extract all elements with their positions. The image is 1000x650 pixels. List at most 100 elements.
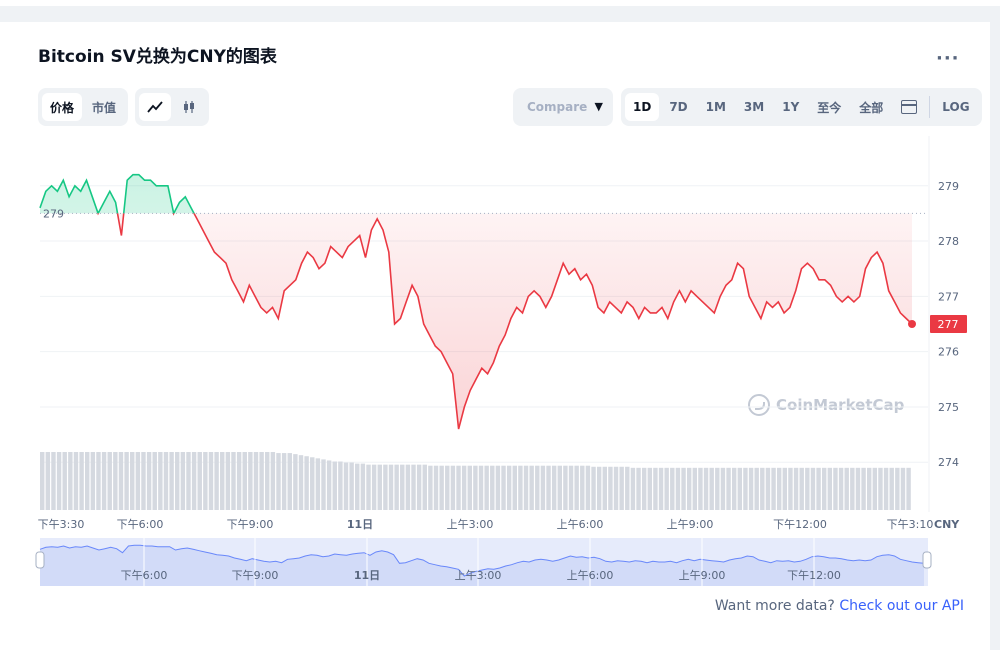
volume-bar	[85, 452, 90, 510]
volume-bar	[388, 464, 394, 510]
volume-bar	[298, 455, 304, 510]
volume-bar	[630, 467, 636, 510]
volume-bar	[551, 465, 557, 510]
volume-bar	[872, 467, 878, 510]
volume-bar	[287, 453, 292, 510]
volume-bar	[619, 466, 624, 510]
volume-bar	[152, 452, 157, 510]
volume-bar	[715, 467, 720, 510]
volume-bar	[675, 467, 681, 510]
volume-bar	[737, 467, 743, 510]
volume-bar	[169, 452, 174, 510]
x-tick-label: 上午3:00	[447, 518, 494, 531]
volume-bar	[512, 465, 517, 510]
volume-bar	[602, 466, 608, 510]
volume-bar	[743, 467, 748, 510]
x-tick-label: 下午12:00	[773, 518, 827, 531]
volume-bar	[670, 467, 675, 510]
volume-bar	[596, 466, 602, 510]
volume-bar	[866, 467, 872, 510]
x-tick-label: 上午9:00	[667, 518, 714, 531]
y-tick-label: 277	[938, 290, 959, 303]
volume-bar	[681, 467, 686, 510]
volume-bar	[456, 465, 461, 510]
x-tick-label: 下午3:30	[38, 518, 85, 531]
volume-bar	[703, 467, 709, 510]
volume-bar	[248, 452, 253, 510]
volume-bar	[540, 465, 546, 510]
volume-bar	[754, 467, 759, 510]
volume-bar	[816, 467, 821, 510]
volume-bar	[321, 459, 326, 510]
navigator-tick-label: 上午6:00	[567, 569, 614, 582]
volume-bar	[51, 452, 56, 510]
volume-bar	[523, 465, 529, 510]
volume-bar	[518, 465, 523, 510]
volume-bar	[40, 452, 45, 510]
volume-bar	[175, 452, 180, 510]
volume-bar	[748, 467, 754, 510]
baseline-label: 279	[43, 207, 64, 220]
volume-bar	[771, 467, 776, 510]
volume-bar	[411, 464, 416, 510]
x-tick-label: 11日	[347, 518, 373, 531]
volume-bar	[146, 452, 152, 510]
navigator-tick-label: 上午3:00	[455, 569, 502, 582]
volume-bar	[130, 452, 135, 510]
volume-bar	[270, 452, 276, 510]
volume-bar	[62, 452, 67, 510]
navigator-tick-label: 11日	[354, 569, 380, 582]
volume-bar	[906, 467, 911, 510]
volume-bar	[394, 464, 399, 510]
volume-bar	[698, 467, 703, 510]
volume-bar	[405, 464, 411, 510]
navigator-handle[interactable]	[35, 551, 45, 569]
volume-bar	[304, 456, 309, 510]
volume-bar	[838, 467, 844, 510]
volume-bar	[833, 467, 838, 510]
volume-bar	[343, 462, 349, 510]
volume-bar	[113, 452, 118, 510]
volume-bar	[180, 452, 186, 510]
volume-bar	[315, 458, 321, 510]
volume-bar	[276, 453, 281, 510]
y-tick-label: 274	[938, 456, 959, 469]
volume-bar	[726, 467, 731, 510]
price-chart[interactable]: 274 275 276 277 278 279 279 277 下午3:30 下午6:00 下午9:…	[0, 0, 1000, 650]
volume-bar	[506, 465, 512, 510]
volume-bar	[720, 467, 726, 510]
navigator-handle[interactable]	[922, 551, 932, 569]
y-tick-label: 279	[938, 180, 959, 193]
volume-bar	[79, 452, 84, 510]
volume-bar	[878, 467, 883, 510]
volume-bar	[96, 452, 101, 510]
volume-bar	[445, 465, 450, 510]
volume-bar	[265, 452, 270, 510]
volume-bar	[625, 466, 630, 510]
volume-bar	[141, 452, 146, 510]
volume-bar	[827, 467, 833, 510]
volume-bar	[355, 463, 360, 510]
volume-bar	[242, 452, 247, 510]
navigator-tick-label: 上午9:00	[679, 569, 726, 582]
volume-bar	[900, 467, 906, 510]
volume-bar	[360, 463, 366, 510]
volume-bar	[563, 465, 568, 510]
volume-bar	[366, 464, 371, 510]
volume-bar	[90, 452, 96, 510]
volume-bar	[557, 465, 562, 510]
volume-bar	[501, 465, 506, 510]
volume-bar	[568, 465, 574, 510]
volume-bar	[776, 467, 782, 510]
volume-bar	[686, 467, 692, 510]
volume-bar	[45, 452, 51, 510]
volume-bar	[416, 464, 422, 510]
volume-bar	[197, 452, 202, 510]
navigator-tick-label: 下午6:00	[121, 569, 168, 582]
volume-bar	[101, 452, 107, 510]
volume-bar	[467, 465, 472, 510]
volume-bar	[124, 452, 129, 510]
volume-bar	[788, 467, 793, 510]
x-tick-label: 下午3:10	[887, 518, 934, 531]
volume-bar	[203, 452, 208, 510]
